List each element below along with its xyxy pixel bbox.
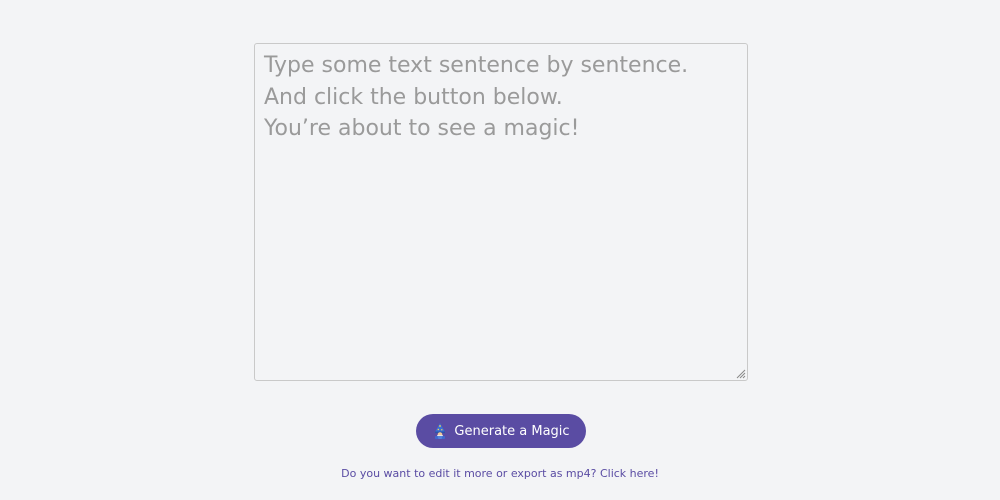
page: Generate a Magic Do you want to edit it … xyxy=(0,0,1000,500)
generate-magic-label: Generate a Magic xyxy=(454,423,570,439)
wizard-icon xyxy=(435,423,446,439)
sentence-text-input[interactable] xyxy=(254,43,748,381)
edit-export-link[interactable]: Do you want to edit it more or export as… xyxy=(0,467,1000,480)
generate-magic-button[interactable]: Generate a Magic xyxy=(416,414,586,448)
resize-handle-icon[interactable] xyxy=(736,369,746,379)
